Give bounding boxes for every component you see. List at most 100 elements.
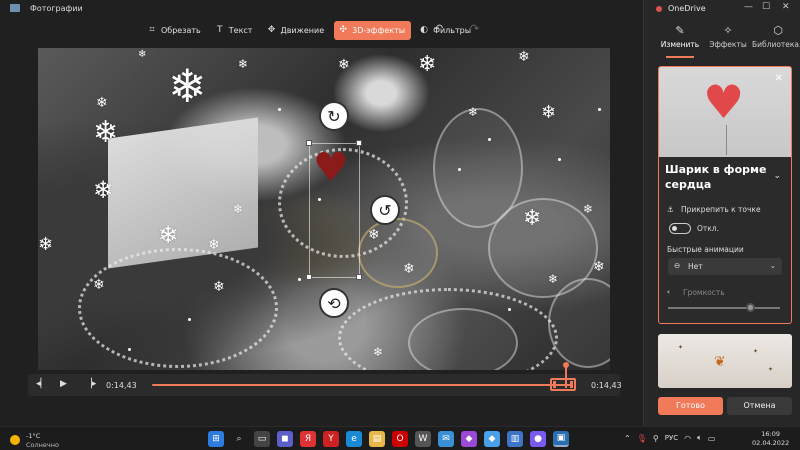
pin-icon[interactable]: ⚲	[653, 434, 659, 443]
language-indicator[interactable]: РУС	[665, 434, 678, 442]
previous-frame-icon[interactable]: ◂▏	[36, 379, 47, 389]
filters-icon: ◐	[420, 25, 428, 35]
done-button[interactable]: Готово	[658, 397, 723, 415]
butterfly-icon: ✦	[753, 348, 759, 355]
docs-icon[interactable]: ▥	[507, 431, 523, 447]
text-button[interactable]: T Текст	[211, 21, 259, 40]
app-icon[interactable]: ◆	[484, 431, 500, 447]
opera-icon[interactable]: O	[392, 431, 408, 447]
snow-dot	[318, 198, 321, 201]
cube-icon: ⬡	[773, 24, 783, 37]
snowflake-icon: ❄	[138, 49, 147, 60]
task-view-icon[interactable]: ▭	[254, 431, 270, 447]
speaker-icon[interactable]: 🔈︎	[697, 433, 702, 443]
mail-icon[interactable]: ✉	[438, 431, 454, 447]
battery-icon[interactable]: ▭	[708, 434, 716, 443]
close-icon[interactable]: ✕	[775, 73, 783, 84]
3d-effects-button[interactable]: ✣ 3D-эффекты	[334, 20, 412, 40]
tab-library[interactable]: ⬡ Библиотека...	[752, 22, 800, 56]
snow-dot	[458, 168, 461, 171]
edge-icon[interactable]: e	[346, 431, 362, 447]
snow-dot	[278, 108, 281, 111]
resize-handle[interactable]	[306, 140, 312, 146]
snowflake-icon: ❄	[208, 237, 220, 253]
motion-button[interactable]: ✥ Движение	[262, 21, 330, 40]
effect-title: Шарик в форме сердца	[665, 163, 767, 191]
snow-dot	[128, 348, 131, 351]
pencil-icon: ✎	[675, 24, 685, 37]
3d-effects-icon: ✣	[339, 25, 347, 35]
effect-thumbnail-butterflies[interactable]: ❦ ✦ ✦ ✦	[658, 334, 792, 388]
text-label: Текст	[228, 25, 253, 35]
attach-toggle[interactable]	[669, 223, 691, 234]
rotate-y-handle-icon[interactable]: ↺	[370, 195, 400, 225]
photos-taskbar-icon[interactable]: ▣	[553, 431, 569, 447]
snowflake-icon: ❄	[238, 57, 249, 71]
resize-handle[interactable]	[306, 274, 312, 280]
tab-effects[interactable]: ✧ Эффекты	[704, 22, 752, 56]
volume-slider-track[interactable]	[668, 307, 780, 309]
anchor-icon: ⚓	[667, 205, 674, 214]
resize-handle[interactable]	[356, 140, 362, 146]
photos-app-icon	[10, 4, 20, 12]
filters-button[interactable]: ◐ Фильтры	[415, 21, 477, 40]
windows-taskbar: -1°C Солнечно ⊞ ⌕ ▭ ◼ Я Y e ▤ O W ✉ ◆ ◆ …	[0, 426, 800, 450]
redo-icon[interactable]: ↷	[470, 22, 479, 35]
volume-icon: 🔈︎	[667, 287, 672, 296]
tab-edit[interactable]: ✎ Изменить	[656, 22, 704, 58]
word-icon[interactable]: W	[415, 431, 431, 447]
maximize-icon[interactable]: ☐	[762, 2, 770, 12]
chevron-down-icon[interactable]: ⌄	[773, 171, 781, 181]
snow-dot	[558, 158, 561, 161]
chat-icon[interactable]: ◼	[277, 431, 293, 447]
rotate-z-handle-icon[interactable]: ⟲	[319, 288, 349, 318]
yandex-browser-icon[interactable]: Y	[323, 431, 339, 447]
search-icon[interactable]: ⌕	[231, 431, 247, 447]
timeline-track[interactable]	[152, 384, 572, 386]
playhead[interactable]	[563, 362, 569, 388]
trim-handle[interactable]	[550, 378, 576, 391]
cancel-button[interactable]: Отмена	[727, 397, 792, 415]
effect-settings-card: ♥ ✕ Шарик в форме сердца ⌄ ⚓ Прикрепить …	[658, 66, 792, 324]
app-icon[interactable]: ◆	[461, 431, 477, 447]
play-icon[interactable]: ▶	[60, 379, 67, 389]
rotate-x-handle-icon[interactable]: ↻	[319, 101, 349, 131]
animations-select[interactable]: ⊖ Нет ⌄	[668, 258, 782, 275]
selection-outline	[309, 143, 359, 144]
snowflake-icon: ❄	[593, 259, 605, 275]
start-icon[interactable]: ⊞	[208, 431, 224, 447]
snowflake-icon: ❄	[373, 345, 384, 359]
resize-handle[interactable]	[356, 274, 362, 280]
microphone-icon[interactable]: 🎙︎	[637, 434, 647, 443]
heart-balloon-object[interactable]: ♥	[313, 148, 349, 188]
wifi-icon[interactable]: ◠	[684, 434, 691, 443]
yandex-icon[interactable]: Я	[300, 431, 316, 447]
file-explorer-icon[interactable]: ▤	[369, 431, 385, 447]
next-frame-icon[interactable]: ▕▸	[85, 379, 96, 389]
snowflake-icon: ❄	[523, 206, 542, 231]
none-icon: ⊖	[674, 261, 681, 270]
clock[interactable]: 16:09 02.04.2022	[752, 430, 789, 448]
snow-dot	[488, 138, 491, 141]
undo-icon[interactable]: ↶	[434, 22, 443, 35]
playback-bar: ◂▏ ▶ ▕▸ 0:14,43 0:14,43	[28, 362, 622, 396]
weather-desc: Солнечно	[26, 441, 59, 449]
minimize-icon[interactable]: —	[744, 2, 753, 12]
close-window-icon[interactable]: ✕	[782, 2, 790, 12]
current-time: 0:14,43	[106, 381, 137, 390]
snowflake-icon: ❄	[368, 227, 380, 243]
attach-label: Прикрепить к точке	[681, 205, 761, 214]
snowflake-icon: ❄	[468, 105, 479, 119]
chevron-up-icon[interactable]: ⌃	[624, 434, 631, 443]
snowflake-icon: ❄	[213, 279, 225, 295]
snowflake-icon: ❄	[233, 202, 244, 216]
snowflake-icon: ❄	[338, 57, 350, 73]
video-canvas[interactable]: ❄ ❄ ❄ ❄ ❄ ❄ ❄ ❄ ❄ ❄ ❄ ❄ ❄ ❄ ❄ ❄ ❄ ❄ ❄ ❄ …	[38, 48, 610, 370]
crop-button[interactable]: ⌗ Обрезать	[143, 21, 207, 40]
volume-slider-thumb[interactable]	[746, 303, 755, 312]
alice-icon[interactable]: ●	[530, 431, 546, 447]
snowflake-icon: ❄	[93, 176, 114, 204]
chevron-down-icon: ⌄	[769, 261, 776, 270]
selection-outline	[309, 277, 359, 278]
weather-temp: -1°C	[26, 432, 41, 440]
